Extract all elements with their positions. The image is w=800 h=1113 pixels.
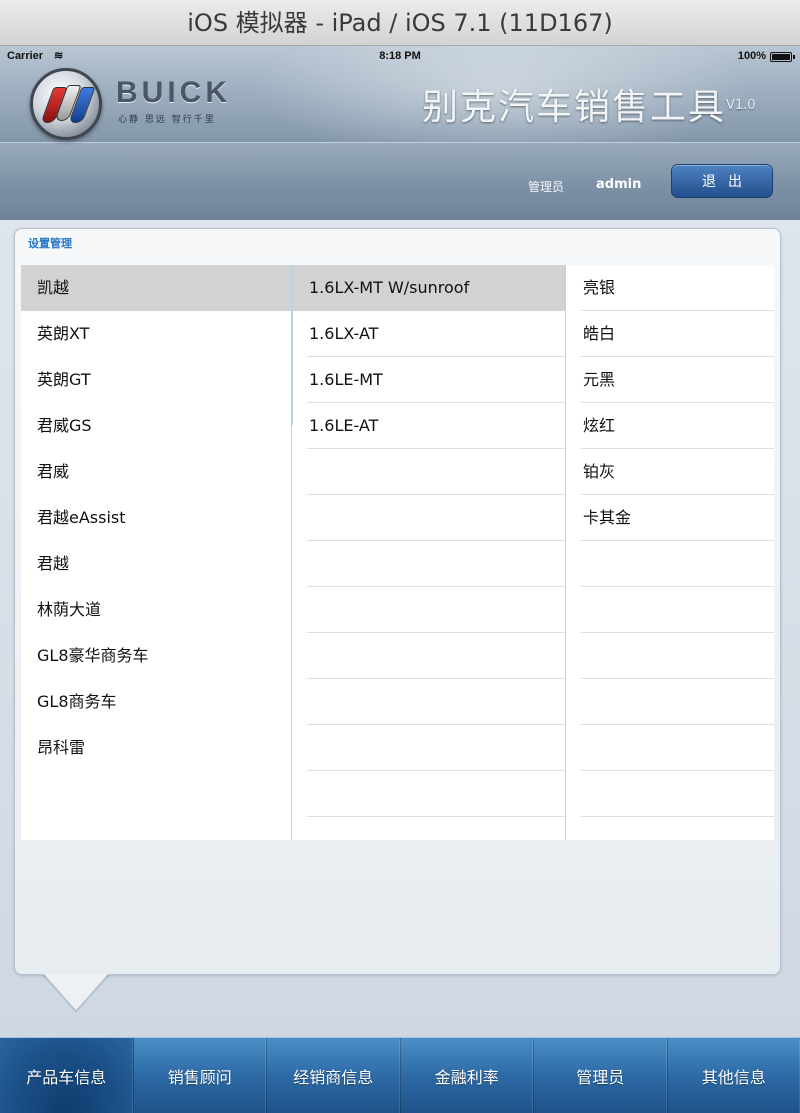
model-list-item[interactable]: 林荫大道 xyxy=(21,587,291,633)
trim-list-item[interactable] xyxy=(307,449,565,495)
color-list-item[interactable]: 铂灰 xyxy=(581,449,774,495)
brand-wordmark: BUICK xyxy=(116,76,231,109)
panel-title: 设置管理 xyxy=(28,237,72,250)
admin-username: admin xyxy=(596,177,642,192)
trim-list-item[interactable] xyxy=(307,541,565,587)
color-list-item[interactable] xyxy=(581,679,774,725)
model-list-item[interactable]: 君威 xyxy=(21,449,291,495)
trim-list-item[interactable] xyxy=(307,495,565,541)
trim-list-item[interactable] xyxy=(307,725,565,771)
color-list-item[interactable] xyxy=(581,771,774,817)
brand-tagline: 心静 思远 智行千里 xyxy=(118,115,216,125)
bottom-tab-bar: 产品车信息 销售顾问 经销商信息 金融利率 管理员 其他信息 xyxy=(0,1037,800,1113)
color-list-item[interactable]: 炫红 xyxy=(581,403,774,449)
battery-percent: 100% xyxy=(737,50,766,62)
model-list-item[interactable]: 君威GS xyxy=(21,403,291,449)
model-list-item[interactable]: 英朗XT xyxy=(21,311,291,357)
model-list[interactable]: 凯越 英朗XT 英朗GT 君威GS 君威 君越eAssist 君越 林荫大道 GL8豪华商务车 G… xyxy=(21,265,292,840)
app-version: V1.0 xyxy=(726,98,756,113)
color-list-item[interactable] xyxy=(581,587,774,633)
trim-list-item[interactable]: 1.6LX-MT W/sunroof xyxy=(293,265,565,311)
trim-list-item[interactable]: 1.6LE-MT xyxy=(307,357,565,403)
color-list-item[interactable] xyxy=(581,633,774,679)
status-bar: Carrier ≋ 8:18 PM 100% xyxy=(0,46,800,66)
model-list-item[interactable]: 君越eAssist xyxy=(21,495,291,541)
model-list-item[interactable]: 昂科雷 xyxy=(21,725,291,771)
model-list-item[interactable]: 凯越 xyxy=(21,265,291,311)
trim-list[interactable]: 1.6LX-MT W/sunroof 1.6LX-AT 1.6LE-MT 1.6LE-… xyxy=(293,265,566,840)
model-list-item[interactable]: 君越 xyxy=(21,541,291,587)
color-list-item[interactable]: 卡其金 xyxy=(581,495,774,541)
trim-list-item[interactable]: 1.6LX-AT xyxy=(307,311,565,357)
trim-list-item[interactable] xyxy=(307,679,565,725)
color-list-item[interactable] xyxy=(581,725,774,771)
model-list-item[interactable]: GL8商务车 xyxy=(21,679,291,725)
simulator-title: iOS 模拟器 - iPad / iOS 7.1 (11D167) xyxy=(0,0,800,46)
color-list-item[interactable]: 皓白 xyxy=(581,311,774,357)
tab-item[interactable]: 金融利率 xyxy=(401,1038,534,1113)
tab-item[interactable]: 管理员 xyxy=(534,1038,668,1113)
app-header: Carrier ≋ 8:18 PM 100% BUICK 心静 思远 智行千里 … xyxy=(0,46,800,220)
model-list-item[interactable]: GL8豪华商务车 xyxy=(21,633,291,679)
color-list-item[interactable] xyxy=(581,541,774,587)
tab-item[interactable]: 产品车信息 xyxy=(0,1038,134,1113)
color-list-item[interactable]: 亮银 xyxy=(581,265,774,311)
status-time: 8:18 PM xyxy=(379,50,421,62)
trim-list-item[interactable] xyxy=(307,633,565,679)
app-title: 别克汽车销售工具 xyxy=(422,87,727,128)
tab-item[interactable]: 经销商信息 xyxy=(267,1038,401,1113)
trim-list-item[interactable]: 1.6LE-AT xyxy=(307,403,565,449)
battery-icon xyxy=(770,52,795,62)
logout-button[interactable]: 退出 xyxy=(671,164,773,198)
model-list-item[interactable]: 英朗GT xyxy=(21,357,291,403)
trim-list-item[interactable] xyxy=(307,587,565,633)
color-list-item[interactable]: 元黑 xyxy=(581,357,774,403)
admin-role-label: 管理员 xyxy=(528,180,565,194)
buick-logo-icon xyxy=(30,68,102,140)
tab-item[interactable]: 销售顾问 xyxy=(134,1038,267,1113)
panel-pointer xyxy=(44,974,108,1010)
trim-list-item[interactable] xyxy=(307,771,565,817)
color-list[interactable]: 亮银 皓白 元黑 炫红 铂灰 卡其金 xyxy=(567,265,774,840)
picker-lists: 凯越 英朗XT 英朗GT 君威GS 君威 君越eAssist 君越 林荫大道 GL8豪华商务车 G… xyxy=(21,265,774,840)
tab-item[interactable]: 其他信息 xyxy=(668,1038,800,1113)
